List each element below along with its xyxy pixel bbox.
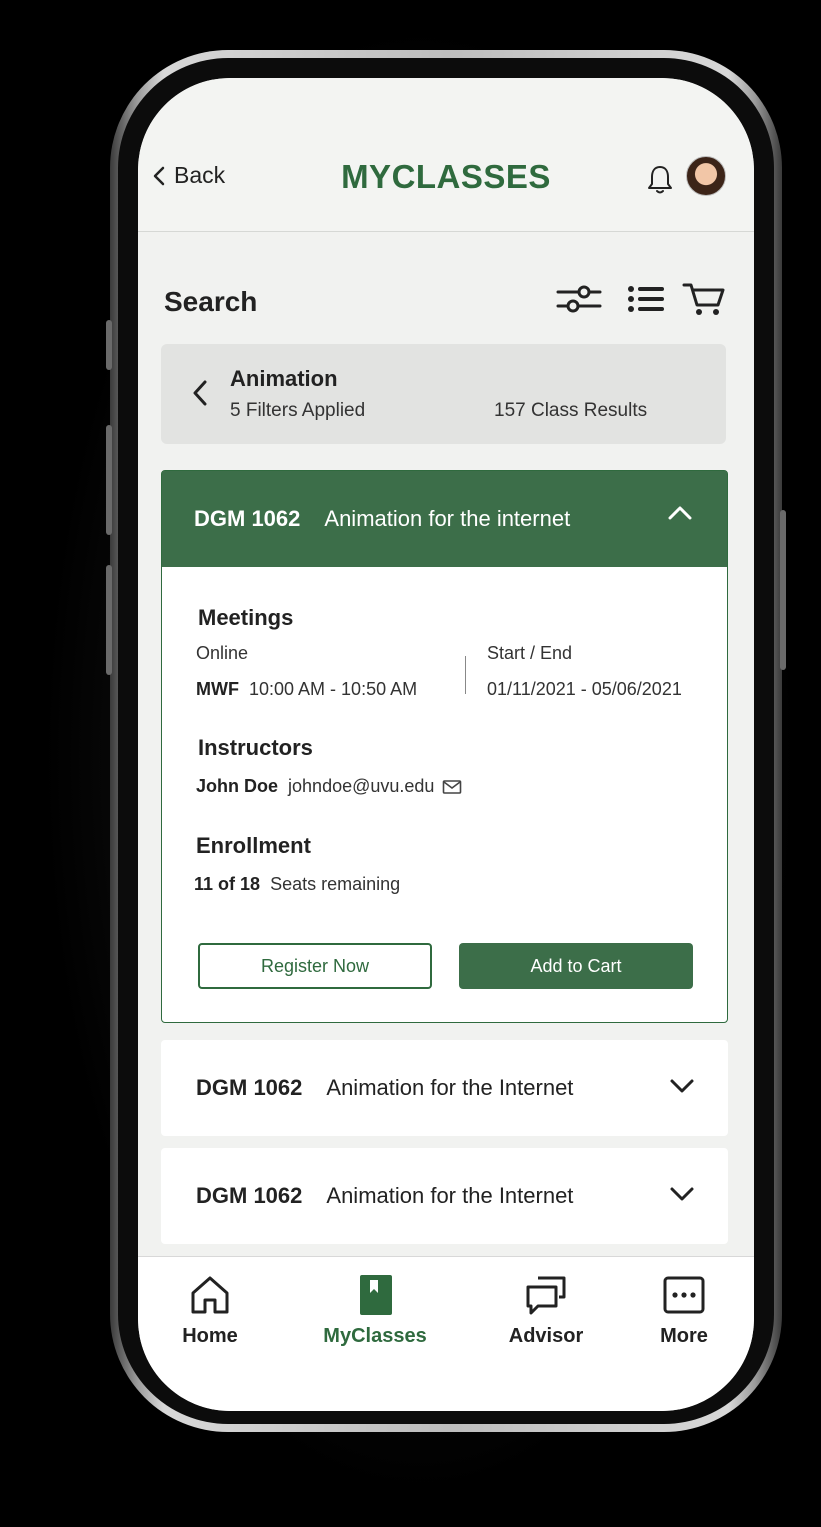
course-card-collapsed[interactable]: DGM 1062 Animation for the Internet bbox=[161, 1040, 728, 1136]
seats-count: 11 of 18 bbox=[194, 874, 261, 894]
user-avatar[interactable] bbox=[686, 156, 726, 196]
course-title: Animation for the Internet bbox=[326, 1183, 574, 1208]
chevron-up-icon[interactable] bbox=[667, 505, 693, 521]
register-now-button[interactable]: Register Now bbox=[198, 943, 432, 989]
chevron-left-icon[interactable] bbox=[191, 378, 209, 408]
instructor-email[interactable]: johndoe@uvu.edu bbox=[288, 776, 434, 797]
chevron-down-icon[interactable] bbox=[669, 1186, 695, 1202]
bell-icon[interactable] bbox=[646, 164, 674, 196]
volume-down-button bbox=[106, 565, 112, 675]
cart-icon[interactable] bbox=[682, 281, 726, 317]
enrollment-row: 11 of 18 Seats remaining bbox=[194, 874, 400, 895]
page-title: Search bbox=[164, 286, 258, 317]
home-icon bbox=[191, 1276, 229, 1314]
course-title: Animation for the internet bbox=[324, 506, 571, 531]
power-button bbox=[780, 510, 786, 670]
book-icon bbox=[360, 1275, 392, 1315]
course-card-collapsed[interactable]: DGM 1062 Animation for the Internet bbox=[161, 1148, 728, 1244]
more-icon bbox=[663, 1276, 705, 1314]
bottom-nav: Home MyClasses Advisor More bbox=[138, 1256, 754, 1411]
filter-sliders-icon[interactable] bbox=[556, 281, 604, 317]
meetings-heading: Meetings bbox=[198, 605, 294, 630]
results-count: 157 Class Results bbox=[494, 400, 648, 421]
course-card-header[interactable]: DGM 1062 Animation for the internet bbox=[162, 471, 727, 567]
nav-myclasses-label: MyClasses bbox=[323, 1325, 427, 1347]
nav-more-label: More bbox=[660, 1325, 708, 1347]
course-code: DGM 1062 bbox=[196, 1075, 303, 1100]
instructor-row: John Doe johndoe@uvu.edu bbox=[196, 776, 462, 797]
filter-summary[interactable]: Animation 5 Filters Applied 157 Class Re… bbox=[161, 344, 726, 444]
start-end-label: Start / End bbox=[487, 643, 573, 663]
course-card-expanded: DGM 1062 Animation for the internet Meet… bbox=[161, 470, 728, 1023]
instructors-heading: Instructors bbox=[198, 735, 313, 760]
course-title: Animation for the Internet bbox=[326, 1075, 574, 1100]
nav-advisor-label: Advisor bbox=[508, 1325, 584, 1347]
nav-home-label: Home bbox=[182, 1325, 238, 1347]
mail-icon[interactable] bbox=[442, 779, 462, 795]
volume-up-button bbox=[106, 425, 112, 535]
nav-more[interactable]: More bbox=[619, 1273, 749, 1348]
search-term: Animation bbox=[230, 366, 338, 391]
chevron-down-icon[interactable] bbox=[669, 1078, 695, 1094]
meeting-time: 10:00 AM - 10:50 AM bbox=[249, 679, 418, 699]
date-range: 01/11/2021 - 05/06/2021 bbox=[487, 679, 682, 699]
top-bar: Back MYCLASSES bbox=[138, 78, 754, 232]
app-screen: Back MYCLASSES Search Animation 5 Filter… bbox=[138, 78, 754, 1411]
meeting-mode: Online bbox=[196, 643, 249, 663]
chat-icon bbox=[526, 1276, 566, 1315]
meeting-days: MWF bbox=[196, 679, 239, 699]
meeting-schedule: MWF 10:00 AM - 10:50 AM bbox=[196, 679, 417, 700]
seats-label: Seats remaining bbox=[270, 874, 401, 894]
enrollment-heading: Enrollment bbox=[196, 833, 311, 858]
nav-myclasses[interactable]: MyClasses bbox=[310, 1273, 440, 1348]
course-code: DGM 1062 bbox=[194, 506, 301, 531]
mute-switch bbox=[106, 320, 112, 370]
filters-applied: 5 Filters Applied bbox=[230, 400, 366, 421]
add-to-cart-button[interactable]: Add to Cart bbox=[459, 943, 693, 989]
divider bbox=[465, 656, 466, 694]
course-code: DGM 1062 bbox=[196, 1183, 303, 1208]
nav-advisor[interactable]: Advisor bbox=[481, 1273, 611, 1348]
list-view-icon[interactable] bbox=[626, 281, 666, 317]
nav-home[interactable]: Home bbox=[145, 1273, 275, 1348]
instructor-name: John Doe bbox=[196, 776, 279, 796]
